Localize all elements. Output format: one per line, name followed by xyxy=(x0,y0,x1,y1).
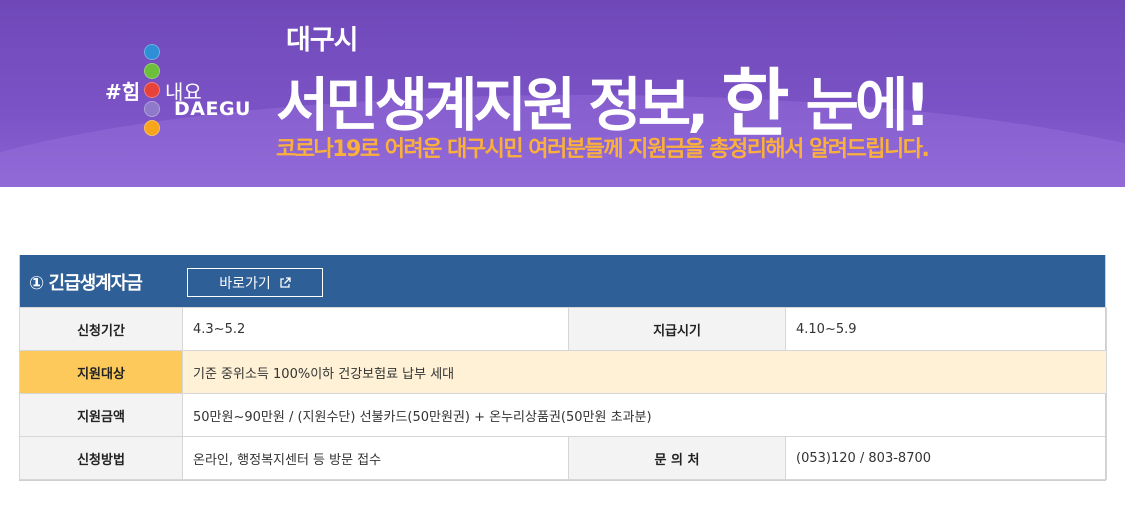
amount-label: 지원금액 xyxy=(19,393,183,437)
method-value: 온라인, 행정복지센터 등 방문 접수 xyxy=(182,436,569,480)
program-title: ① 긴급생계자금 xyxy=(29,273,143,294)
target-label: 지원대상 xyxy=(19,350,183,394)
target-value: 기준 중위소득 100%이하 건강보험료 납부 세대 xyxy=(182,350,1107,394)
logo-hashtag: #힘 xyxy=(105,80,141,104)
logo-daegu: DAEGU xyxy=(174,98,251,120)
table-row-target: 지원대상 기준 중위소득 100%이하 건강보험료 납부 세대 xyxy=(19,350,1107,394)
logo-dots xyxy=(144,44,160,139)
go-button-label: 바로가기 xyxy=(219,275,271,292)
logo-dot-red xyxy=(144,82,160,98)
method-label: 신청방법 xyxy=(19,436,183,480)
program-panel: ① 긴급생계자금 바로가기 신청기간 4.3~5.2 지급시기 4.10~5.9… xyxy=(19,255,1107,481)
payment-value: 4.10~5.9 xyxy=(785,307,1107,351)
table-row-method: 신청방법 온라인, 행정복지센터 등 방문 접수 문 의 처 (053)120 … xyxy=(19,436,1107,480)
amount-value: 50만원~90만원 / (지원수단) 선불카드(50만원권) + 온누리상품권(… xyxy=(182,393,1107,437)
external-link-icon xyxy=(280,276,291,288)
program-header: ① 긴급생계자금 바로가기 xyxy=(20,255,1105,307)
banner-title-main: 서민생계지원 정보, xyxy=(276,71,709,139)
logo-dot-purple xyxy=(144,101,160,117)
table-row-amount: 지원금액 50만원~90만원 / (지원수단) 선불카드(50만원권) + 온누… xyxy=(19,393,1107,437)
payment-label: 지급시기 xyxy=(568,307,786,351)
contact-label: 문 의 처 xyxy=(568,436,786,480)
period-label: 신청기간 xyxy=(19,307,183,351)
logo-dot-green xyxy=(144,63,160,79)
daegu-logo: #힘 내요 DAEGU xyxy=(105,44,275,136)
banner-title-end: 눈에! xyxy=(805,71,931,139)
table-row-period: 신청기간 4.3~5.2 지급시기 4.10~5.9 xyxy=(19,307,1107,351)
banner-subtitle: 코로나19로 어려운 대구시민 여러분들께 지원금을 총정리해서 알려드립니다. xyxy=(276,137,930,162)
logo-dot-blue xyxy=(144,44,160,60)
contact-value: (053)120 / 803-8700 xyxy=(785,436,1107,480)
banner: #힘 내요 DAEGU 대구시 서민생계지원 정보, 한 눈에! 코로나19로 … xyxy=(0,0,1125,187)
program-info-table: 신청기간 4.3~5.2 지급시기 4.10~5.9 지원대상 기준 중위소득 … xyxy=(19,307,1107,480)
period-value: 4.3~5.2 xyxy=(182,307,569,351)
logo-dot-orange xyxy=(144,120,160,136)
go-button[interactable]: 바로가기 xyxy=(187,268,323,297)
